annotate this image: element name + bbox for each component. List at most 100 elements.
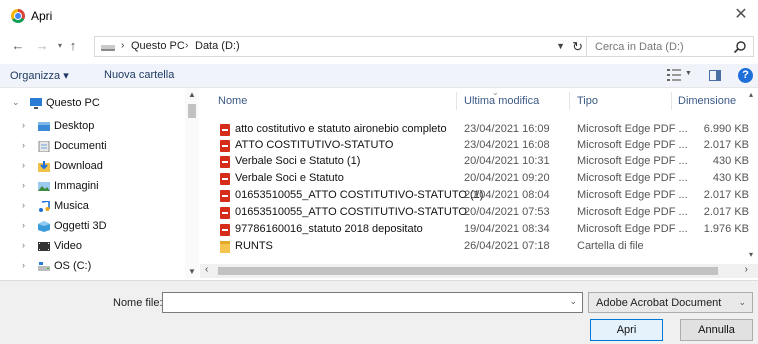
chevron-right-icon[interactable]: › bbox=[22, 200, 25, 210]
scroll-thumb[interactable] bbox=[218, 267, 718, 275]
chevron-right-icon[interactable]: › bbox=[22, 220, 25, 230]
tree-item-label: Oggetti 3D bbox=[54, 220, 107, 232]
file-name: atto costitutivo e statuto aironebio com… bbox=[235, 123, 447, 135]
chevron-down-icon[interactable]: ⌄ bbox=[738, 297, 746, 308]
tree-item-label: Musica bbox=[54, 200, 89, 212]
scroll-left-icon[interactable]: ‹ bbox=[205, 264, 208, 275]
pc-icon bbox=[30, 98, 42, 109]
search-box[interactable]: Cerca in Data (D:) bbox=[586, 36, 754, 57]
breadcrumb-data-d[interactable]: Data (D:) bbox=[195, 40, 240, 52]
tree-item-label: Immagini bbox=[54, 180, 99, 192]
column-header-size[interactable]: Dimensione bbox=[678, 95, 736, 107]
search-icon[interactable] bbox=[733, 40, 747, 54]
command-bar: Organizza ▾ Nuova cartella ▼ ? bbox=[0, 64, 758, 88]
title-bar: Apri ✕ bbox=[0, 0, 758, 32]
tree-item-questo-pc[interactable]: ⌄ Questo PC bbox=[0, 94, 184, 114]
file-modified: 20/04/2021 10:31 bbox=[464, 155, 550, 167]
chevron-right-icon[interactable]: › bbox=[22, 120, 25, 130]
scroll-thumb[interactable] bbox=[188, 104, 196, 118]
file-size: 2.017 KB bbox=[703, 139, 749, 151]
forward-icon[interactable]: → bbox=[34, 38, 50, 54]
scroll-up-icon[interactable]: ▲ bbox=[188, 90, 196, 99]
help-icon[interactable]: ? bbox=[738, 68, 753, 83]
tree-item-label: Documenti bbox=[54, 140, 107, 152]
tree-item-label: Questo PC bbox=[46, 97, 100, 109]
breadcrumb-questo-pc[interactable]: Questo PC bbox=[131, 40, 185, 52]
tree-item-label: OS (C:) bbox=[54, 260, 92, 272]
column-header-type[interactable]: Tipo bbox=[577, 95, 598, 107]
up-icon[interactable]: ↑ bbox=[65, 38, 81, 54]
file-type: Microsoft Edge PDF ... bbox=[577, 155, 688, 167]
column-header-modified[interactable]: Ultima modifica bbox=[464, 95, 539, 107]
tree-item-download[interactable]: › Download bbox=[0, 157, 184, 177]
preview-pane-icon[interactable] bbox=[709, 70, 721, 81]
tree-item-documenti[interactable]: › Documenti bbox=[0, 137, 184, 157]
objects3d-icon bbox=[38, 221, 50, 232]
column-divider[interactable] bbox=[456, 92, 457, 110]
tree-item-desktop[interactable]: › Desktop bbox=[0, 117, 184, 137]
organize-button[interactable]: Organizza ▾ bbox=[10, 69, 69, 82]
chevron-down-icon[interactable]: ⌄ bbox=[12, 97, 20, 108]
tree-item-os-c[interactable]: › OS (C:) bbox=[0, 257, 184, 277]
file-type: Cartella di file bbox=[577, 240, 644, 252]
pdf-icon bbox=[220, 140, 230, 152]
refresh-icon[interactable]: ↻ bbox=[572, 39, 583, 55]
file-size: 1.976 KB bbox=[703, 223, 749, 235]
search-placeholder: Cerca in Data (D:) bbox=[595, 41, 684, 53]
file-type: Microsoft Edge PDF ... bbox=[577, 139, 688, 151]
filetype-select[interactable]: Adobe Acrobat Document ⌄ bbox=[588, 292, 753, 313]
view-dropdown-icon[interactable]: ▼ bbox=[685, 70, 692, 77]
chevron-right-icon[interactable]: › bbox=[22, 240, 25, 250]
open-button[interactable]: Apri bbox=[590, 319, 663, 341]
chrome-icon bbox=[11, 9, 25, 23]
tree-item-label: Desktop bbox=[54, 120, 95, 132]
back-icon[interactable]: ← bbox=[10, 38, 26, 54]
breadcrumb-separator: › bbox=[121, 40, 125, 51]
new-folder-button[interactable]: Nuova cartella bbox=[104, 69, 174, 81]
close-icon[interactable]: ✕ bbox=[732, 6, 750, 24]
pdf-icon bbox=[220, 124, 230, 136]
chevron-right-icon[interactable]: › bbox=[22, 260, 25, 270]
file-type: Microsoft Edge PDF ... bbox=[577, 123, 688, 135]
file-modified: 20/04/2021 07:53 bbox=[464, 206, 550, 218]
chevron-right-icon[interactable]: › bbox=[22, 180, 25, 190]
pdf-icon bbox=[220, 207, 230, 219]
address-dropdown-icon[interactable]: ▼ bbox=[556, 41, 565, 51]
tree-item-label: Download bbox=[54, 160, 103, 172]
tree-item-oggetti-3d[interactable]: › Oggetti 3D bbox=[0, 217, 184, 237]
file-modified: 23/04/2021 16:09 bbox=[464, 123, 550, 135]
file-list-vscroll[interactable]: ▴ ▾ bbox=[748, 88, 758, 264]
column-divider[interactable] bbox=[569, 92, 570, 110]
drive-icon bbox=[101, 45, 115, 51]
chevron-down-icon[interactable]: ⌄ bbox=[569, 296, 577, 307]
file-list: ⌄ Nome Ultima modifica Tipo Dimensione a… bbox=[200, 88, 758, 264]
file-list-hscroll[interactable]: ‹ › bbox=[200, 264, 758, 278]
column-divider[interactable] bbox=[671, 92, 672, 110]
scroll-down-icon[interactable]: ▾ bbox=[749, 250, 753, 259]
column-header-name[interactable]: Nome bbox=[218, 95, 247, 107]
cancel-button[interactable]: Annulla bbox=[680, 319, 753, 341]
tree-item-video[interactable]: › Video bbox=[0, 237, 184, 257]
file-size: 430 KB bbox=[712, 155, 749, 167]
folder-row[interactable]: RUNTS 26/04/2021 07:18 Cartella di file bbox=[200, 237, 745, 257]
scroll-up-icon[interactable]: ▴ bbox=[749, 90, 753, 99]
nav-pane-scrollbar[interactable]: ▲ ▼ bbox=[185, 88, 199, 278]
scroll-down-icon[interactable]: ▼ bbox=[188, 267, 196, 276]
tree-item-musica[interactable]: › Musica bbox=[0, 197, 184, 217]
file-modified: 20/04/2021 09:20 bbox=[464, 172, 550, 184]
documents-icon bbox=[38, 141, 50, 152]
address-bar[interactable]: › Questo PC › Data (D:) ▼ ↻ bbox=[94, 36, 588, 57]
chevron-right-icon[interactable]: › bbox=[22, 140, 25, 150]
file-modified: 26/04/2021 07:18 bbox=[464, 240, 550, 252]
file-size: 430 KB bbox=[712, 172, 749, 184]
file-modified: 23/04/2021 16:08 bbox=[464, 139, 550, 151]
file-name: Verbale Soci e Statuto bbox=[235, 172, 344, 184]
chevron-right-icon[interactable]: › bbox=[22, 160, 25, 170]
pdf-icon bbox=[220, 173, 230, 185]
scroll-right-icon[interactable]: › bbox=[745, 264, 748, 275]
tree-item-immagini[interactable]: › Immagini bbox=[0, 177, 184, 197]
filename-input[interactable]: ⌄ bbox=[162, 292, 583, 313]
view-options-icon[interactable] bbox=[667, 69, 681, 81]
file-type: Microsoft Edge PDF ... bbox=[577, 223, 688, 235]
file-name: 97786160016_statuto 2018 depositato bbox=[235, 223, 423, 235]
